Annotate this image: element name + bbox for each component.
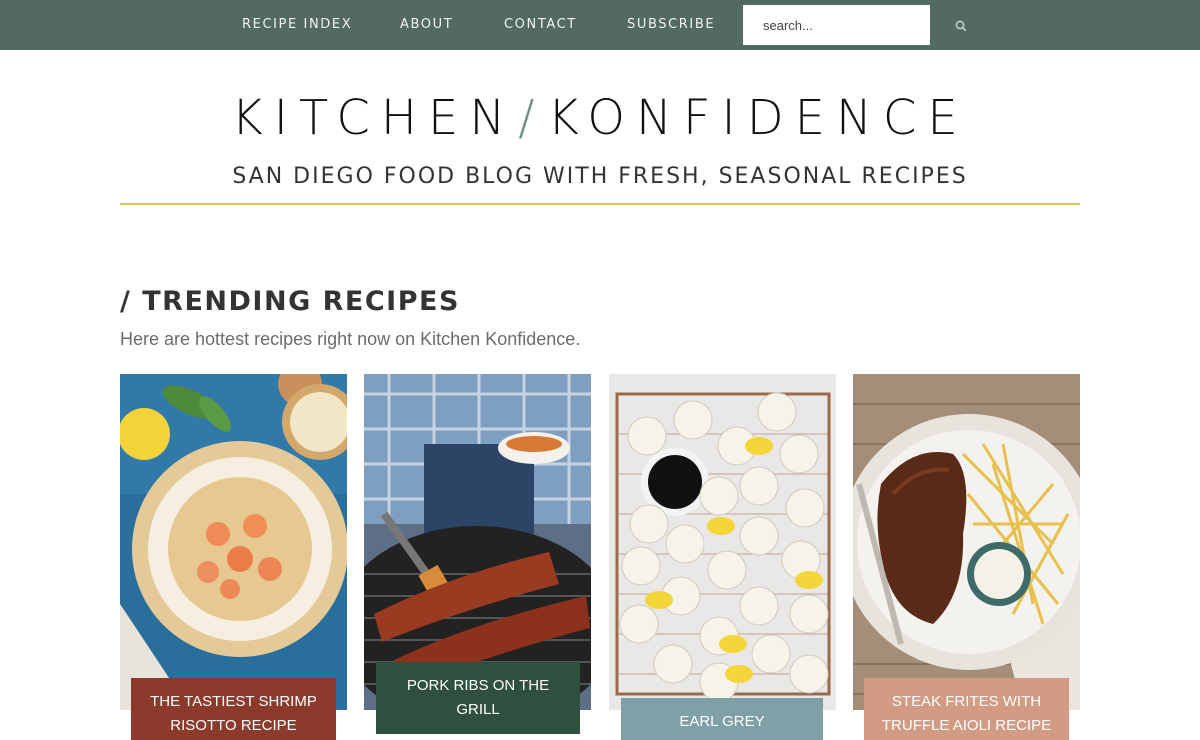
section-title: / TRENDING RECIPES [120,286,460,317]
nav-contact[interactable]: CONTACT [504,17,577,32]
recipe-card-steak-frites[interactable]: STEAK FRITES WITH TRUFFLE AIOLI RECIPE [853,374,1080,740]
recipe-label-earl-grey-shortbread[interactable]: EARL GREY SHORTBREAD COOKIES WITH LEMON [621,698,823,740]
recipe-card-earl-grey-shortbread[interactable]: EARL GREY SHORTBREAD COOKIES WITH LEMON [609,374,836,740]
site-tagline: SAN DIEGO FOOD BLOG WITH FRESH, SEASONAL… [232,164,968,189]
recipe-label-pork-ribs[interactable]: PORK RIBS ON THE GRILL [376,662,580,734]
search-icon[interactable] [952,17,970,35]
recipe-image-earl-grey-shortbread[interactable] [609,374,836,710]
recipe-image-shrimp-risotto[interactable] [120,374,347,710]
section-subtitle: Here are hottest recipes right now on Ki… [120,329,581,349]
recipe-card-pork-ribs[interactable]: PORK RIBS ON THE GRILL [364,374,591,740]
top-nav: RECIPE INDEX ABOUT CONTACT SUBSCRIBE [0,0,1200,50]
recipe-card-shrimp-risotto[interactable]: THE TASTIEST SHRIMP RISOTTO RECIPE [120,374,347,740]
recipe-label-shrimp-risotto[interactable]: THE TASTIEST SHRIMP RISOTTO RECIPE [131,678,336,740]
recipe-image-pork-ribs[interactable] [364,374,591,710]
recipe-label-steak-frites[interactable]: STEAK FRITES WITH TRUFFLE AIOLI RECIPE [864,678,1069,740]
site-logo[interactable]: KITCHEN/KONFIDENCE [0,90,1200,146]
logo-word-kitchen: KITCHEN [231,90,517,146]
nav-about[interactable]: ABOUT [400,17,453,32]
logo-word-konfidence: KONFIDENCE [547,90,969,146]
nav-subscribe[interactable]: SUBSCRIBE [627,17,715,32]
header-divider [120,203,1080,205]
nav-recipe-index[interactable]: RECIPE INDEX [242,17,352,32]
logo-slash: / [518,90,546,146]
recipe-image-steak-frites[interactable] [853,374,1080,710]
search-input[interactable] [743,5,930,45]
